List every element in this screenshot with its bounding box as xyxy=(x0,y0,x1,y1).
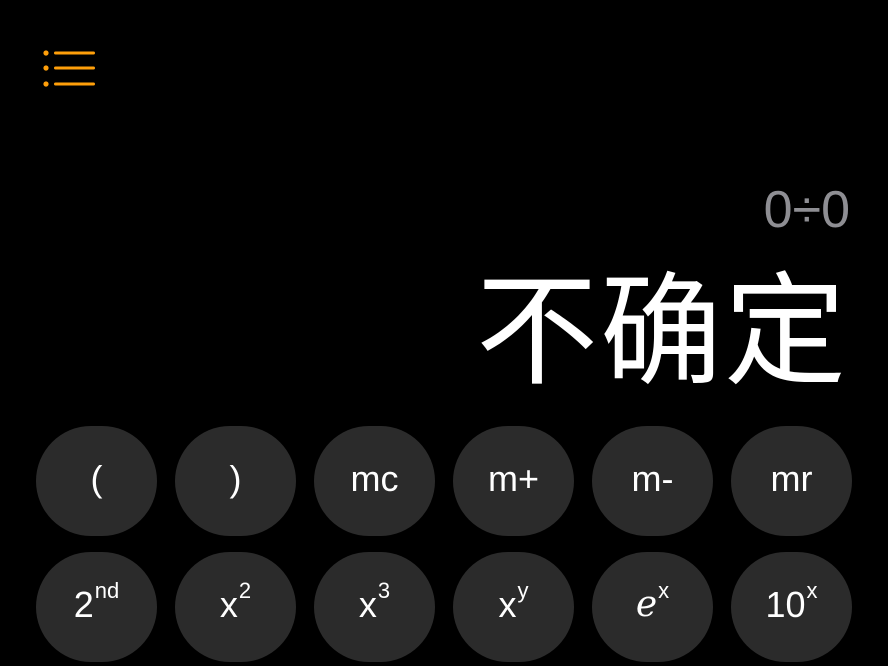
key-label-base: x xyxy=(358,584,377,625)
key-label-superscript: y xyxy=(517,578,529,603)
key-label-superscript: nd xyxy=(94,578,120,603)
ten-power-key[interactable]: 10 x xyxy=(731,552,852,662)
key-label-superscript: x xyxy=(658,578,670,603)
open-paren-key[interactable]: ( xyxy=(36,426,157,536)
menu-button[interactable] xyxy=(38,46,100,92)
list-bullet-icon xyxy=(43,50,95,87)
key-label: mc xyxy=(350,458,399,499)
power-key[interactable]: xy xyxy=(453,552,574,662)
close-paren-key[interactable]: ) xyxy=(175,426,296,536)
key-label: m+ xyxy=(487,458,539,499)
key-label-superscript: x xyxy=(806,578,818,603)
second-function-key[interactable]: 2nd xyxy=(36,552,157,662)
key-label-base: x xyxy=(498,584,517,625)
memory-add-key[interactable]: m+ xyxy=(453,426,574,536)
memory-clear-key[interactable]: mc xyxy=(314,426,435,536)
exp-key[interactable]: ex xyxy=(592,552,713,662)
result-display: 不确定 xyxy=(476,261,848,403)
key-label: ) xyxy=(229,458,242,499)
key-label-base: x xyxy=(219,584,238,625)
cube-key[interactable]: x3 xyxy=(314,552,435,662)
memory-recall-key[interactable]: mr xyxy=(731,426,852,536)
key-label-superscript: 3 xyxy=(377,578,391,603)
key-label-base: 2 xyxy=(73,584,94,625)
key-label-base: 10 xyxy=(765,584,806,625)
key-label: m- xyxy=(631,458,674,499)
expression-display: 0÷0 xyxy=(763,181,850,239)
calculator-screen: 0÷0 不确定 ( ) mc m+ m- mr 2nd x2 x3 x y e … xyxy=(0,0,888,666)
square-key[interactable]: x2 xyxy=(175,552,296,662)
key-label-superscript: 2 xyxy=(238,578,252,603)
key-label: mr xyxy=(770,458,813,499)
keypad: ( ) mc m+ m- mr 2nd x2 x3 xy ex 10 x xyxy=(36,426,852,662)
key-label: ( xyxy=(90,458,103,499)
memory-subtract-key[interactable]: m- xyxy=(592,426,713,536)
key-label-base: e xyxy=(635,584,658,625)
